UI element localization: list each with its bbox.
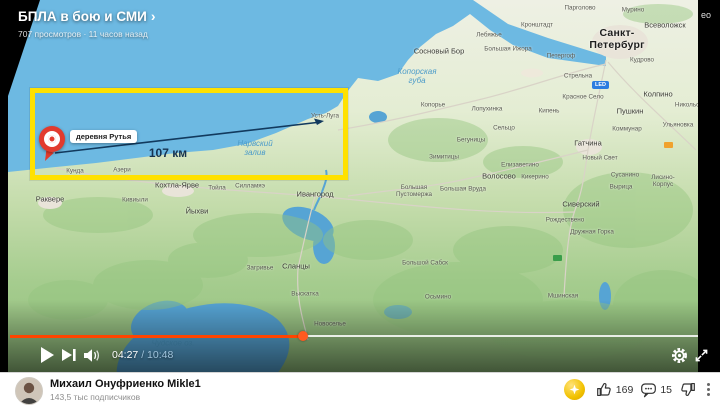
- cutoff-text: ео: [701, 10, 711, 20]
- pin-label: деревня Рутья: [70, 130, 137, 143]
- time-separator: /: [138, 349, 147, 361]
- play-icon: [41, 347, 54, 363]
- chevron-right-icon: ›: [151, 8, 156, 24]
- skip-next-icon: [61, 348, 77, 362]
- engagement-actions: 169 15: [564, 373, 714, 405]
- comments-button[interactable]: 15: [640, 381, 672, 398]
- comment-icon: [640, 381, 657, 398]
- current-time: 04:27: [112, 349, 138, 361]
- dot: [707, 393, 710, 396]
- video-title: БПЛА в бою и СМИ: [18, 9, 147, 24]
- sparkle-icon: [568, 383, 581, 396]
- more-options-button[interactable]: [703, 383, 714, 396]
- map-pin: [39, 126, 65, 152]
- like-button[interactable]: 169: [596, 381, 634, 398]
- road-shield-orange: [664, 142, 673, 148]
- channel-name[interactable]: Михаил Онуфриенко Mikle1: [50, 378, 201, 390]
- fullscreen-icon: [693, 347, 710, 364]
- comment-count: 15: [660, 384, 672, 396]
- progress-played: [10, 335, 303, 338]
- dot: [707, 388, 710, 391]
- duration: 10:48: [147, 349, 173, 361]
- settings-button[interactable]: [668, 344, 690, 366]
- dot: [707, 383, 710, 386]
- progress-playhead[interactable]: [298, 331, 308, 341]
- screenshot-frame: ПарголовоМуриноСанкт-ПетербургВсеволожск…: [0, 0, 720, 405]
- distance-label: 107 км: [149, 146, 187, 160]
- info-bar: Михаил Онуфриенко Mikle1 143,5 тыс подпи…: [0, 372, 720, 405]
- volume-button[interactable]: [80, 344, 102, 366]
- thumbs-down-icon: [679, 381, 696, 398]
- poi-led-badge: LED: [592, 81, 609, 89]
- video-title-link[interactable]: БПЛА в бою и СМИ › 707 просмотров · 11 ча…: [18, 8, 156, 39]
- thumbs-up-icon: [596, 381, 613, 398]
- play-button[interactable]: [36, 344, 58, 366]
- volume-icon: [83, 348, 100, 363]
- dislike-button[interactable]: [679, 381, 696, 398]
- next-button[interactable]: [58, 344, 80, 366]
- channel-subscribers: 143,5 тыс подписчиков: [50, 392, 140, 402]
- like-count: 169: [616, 384, 634, 396]
- player-controls: 04:27 / 10:48: [10, 342, 712, 368]
- fullscreen-button[interactable]: [690, 344, 712, 366]
- progress-track[interactable]: [10, 332, 698, 340]
- channel-avatar[interactable]: [15, 377, 43, 405]
- road-shield-green: [553, 255, 562, 261]
- video-meta: 707 просмотров · 11 часов назад: [18, 29, 156, 39]
- avatar-image: [16, 378, 42, 404]
- gear-icon: [670, 346, 689, 365]
- time-display: 04:27 / 10:48: [112, 349, 173, 361]
- boost-button[interactable]: [564, 379, 585, 400]
- video-player: ПарголовоМуриноСанкт-ПетербургВсеволожск…: [0, 0, 720, 372]
